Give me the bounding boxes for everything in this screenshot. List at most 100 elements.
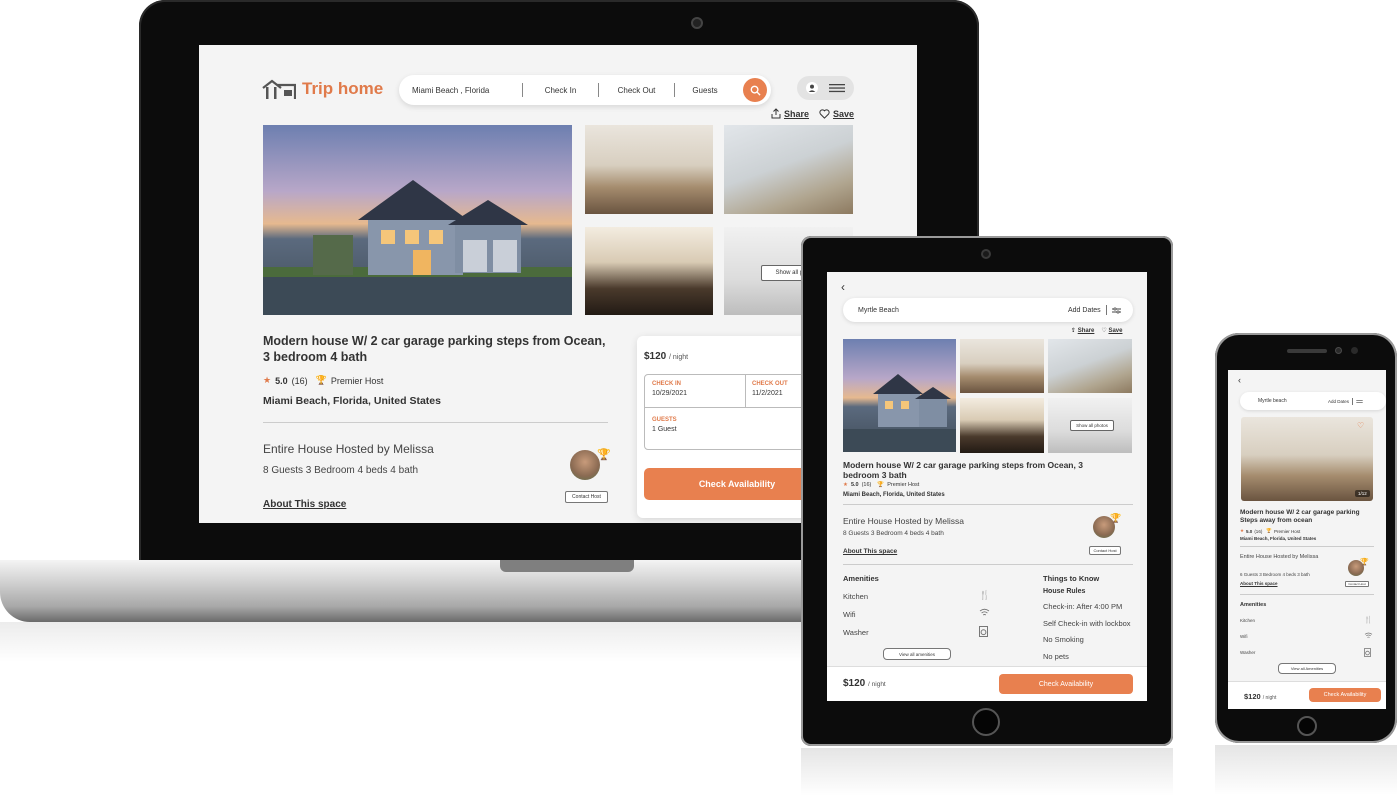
location-field[interactable]: Miami Beach , Florida bbox=[399, 83, 522, 97]
contact-host-button[interactable]: Contact Host bbox=[1089, 546, 1121, 555]
about-link[interactable]: About This space bbox=[263, 499, 346, 510]
bedroom-photo-1[interactable] bbox=[960, 339, 1044, 393]
listing-title: Modern house W/ 2 car garage parking ste… bbox=[843, 460, 1083, 480]
guests-input[interactable]: GUESTS 1 Guest bbox=[652, 417, 677, 433]
check-availability-button[interactable]: Check Availability bbox=[1309, 688, 1381, 702]
house-rule: Self Check-in with lockbox bbox=[1043, 619, 1131, 628]
view-all-amenities-button[interactable]: View all amenities bbox=[883, 648, 951, 660]
heart-icon[interactable]: ♡ bbox=[1357, 421, 1364, 430]
main-house-photo[interactable] bbox=[843, 339, 956, 452]
things-to-know-heading: Things to Know bbox=[1043, 574, 1100, 583]
star-icon: ★ bbox=[843, 482, 848, 488]
tablet-device: ‹ Myrtle Beach Add Dates ⇪ Share ♡ Save bbox=[801, 236, 1173, 746]
star-icon: ★ bbox=[1240, 528, 1245, 533]
phone-sensor bbox=[1351, 347, 1358, 354]
trophy-icon: 🏆 bbox=[1266, 528, 1272, 533]
booking-footer: $120 / night Check Availability bbox=[1228, 681, 1386, 709]
divider bbox=[843, 504, 1133, 505]
bedroom-photo-2[interactable] bbox=[1048, 339, 1132, 393]
contact-host-button[interactable]: Contact Host bbox=[565, 491, 608, 503]
bedroom-photo-1[interactable] bbox=[585, 125, 713, 214]
view-all-amenities-button[interactable]: View all Amenities bbox=[1278, 663, 1336, 674]
back-icon[interactable]: ‹ bbox=[1238, 375, 1241, 385]
search-icon bbox=[750, 85, 761, 96]
location-field[interactable]: Myrtle beach bbox=[1258, 398, 1328, 404]
trophy-icon: 🏆 bbox=[597, 449, 611, 461]
share-button[interactable]: Share bbox=[771, 108, 809, 119]
house-rule: No pets bbox=[1043, 652, 1069, 661]
booking-footer: $120 / night Check Availability bbox=[827, 666, 1147, 701]
search-button[interactable] bbox=[743, 78, 767, 102]
amenity-item: Washer bbox=[1240, 650, 1256, 655]
tablet-home-button[interactable] bbox=[972, 708, 1000, 736]
about-link[interactable]: About This space bbox=[1240, 581, 1278, 586]
divider bbox=[1352, 397, 1354, 405]
listing-title: Modern house W/ 2 car garage parking Ste… bbox=[1240, 509, 1360, 524]
listing-details: 6 Guests 3 Bedroom 4 beds 3 bath bbox=[1240, 572, 1310, 577]
share-button[interactable]: ⇪ Share bbox=[1071, 327, 1094, 334]
amenity-item: Wifi bbox=[843, 610, 856, 619]
search-bar[interactable]: Miami Beach , Florida Check In Check Out… bbox=[399, 75, 771, 105]
price: $120 / night bbox=[843, 678, 886, 689]
contact-host-button[interactable]: Contact Host bbox=[1345, 581, 1369, 587]
add-dates-field[interactable]: Add Dates bbox=[1328, 399, 1349, 404]
hamburger-icon bbox=[828, 84, 845, 93]
heart-icon bbox=[819, 108, 830, 119]
save-button[interactable]: Save bbox=[819, 108, 854, 119]
check-in-input[interactable]: CHECK IN 10/29/2021 bbox=[652, 381, 687, 397]
check-out-input[interactable]: CHECK OUT 11/2/2021 bbox=[752, 381, 788, 397]
share-icon bbox=[771, 108, 781, 119]
amenities-heading: Amenities bbox=[1240, 602, 1267, 608]
heart-icon: ♡ bbox=[1101, 328, 1107, 334]
trophy-icon: 🏆 bbox=[315, 375, 327, 385]
rating-row: ★ 5.0 (16) 🏆 Premier Host bbox=[843, 482, 920, 488]
check-availability-button[interactable]: Check Availability bbox=[999, 674, 1133, 694]
bedroom-photo-2[interactable] bbox=[724, 125, 853, 214]
search-bar[interactable]: Myrtle beach Add Dates bbox=[1240, 392, 1386, 410]
phone-home-button[interactable] bbox=[1297, 716, 1317, 736]
wifi-icon bbox=[979, 608, 990, 619]
guests-field[interactable]: Guests bbox=[675, 83, 735, 97]
add-dates-field[interactable]: Add Dates bbox=[1068, 307, 1101, 314]
brand-name: Trip home bbox=[302, 79, 384, 98]
wifi-icon bbox=[1364, 632, 1373, 641]
divider bbox=[745, 375, 746, 407]
tablet-screen: ‹ Myrtle Beach Add Dates ⇪ Share ♡ Save bbox=[827, 272, 1147, 701]
main-listing-photo[interactable] bbox=[1241, 417, 1373, 501]
kitchen-photo[interactable] bbox=[960, 398, 1044, 453]
amenities-heading: Amenities bbox=[843, 574, 879, 583]
photo-counter: 1/12 bbox=[1355, 490, 1370, 497]
location-field[interactable]: Myrtle Beach bbox=[858, 307, 1068, 314]
brand-logo[interactable]: Trip home bbox=[262, 78, 383, 100]
phone-reflection bbox=[1215, 745, 1397, 795]
rating-row: ★ 5.0 (16) 🏆 Premier Host bbox=[1240, 528, 1301, 534]
listing-location: Miami Beach, Florida, United States bbox=[843, 492, 945, 498]
listing-location: Miami Beach, Florida, United States bbox=[263, 395, 441, 407]
host-avatar bbox=[570, 450, 600, 480]
save-button[interactable]: ♡ Save bbox=[1101, 327, 1122, 334]
user-menu-button[interactable] bbox=[797, 76, 854, 100]
search-bar[interactable]: Myrtle Beach Add Dates bbox=[843, 298, 1133, 322]
filter-icon[interactable] bbox=[1111, 306, 1121, 314]
price: $120 / night bbox=[1244, 692, 1277, 701]
share-save-actions: Share Save bbox=[771, 108, 854, 119]
divider bbox=[843, 564, 1133, 565]
filter-icon[interactable] bbox=[1356, 399, 1363, 404]
trophy-icon: 🏆 bbox=[1110, 513, 1122, 523]
divider bbox=[1240, 594, 1374, 595]
house-rules-heading: House Rules bbox=[1043, 588, 1086, 595]
share-icon: ⇪ bbox=[1071, 328, 1077, 334]
divider bbox=[263, 422, 608, 423]
bathroom-photo[interactable]: Show all photos bbox=[1048, 398, 1132, 453]
rating-row: ★ 5.0 (16) 🏆 Premier Host bbox=[263, 375, 384, 386]
back-icon[interactable]: ‹ bbox=[841, 280, 845, 294]
show-all-photos-button[interactable]: Show all photos bbox=[1070, 420, 1114, 431]
about-link[interactable]: About This space bbox=[843, 548, 897, 555]
main-house-photo[interactable] bbox=[263, 125, 572, 315]
check-out-field[interactable]: Check Out bbox=[599, 83, 674, 97]
amenity-item: Wifi bbox=[1240, 634, 1248, 639]
house-rule: Check-in: After 4:00 PM bbox=[1043, 602, 1123, 611]
house-illustration bbox=[843, 374, 956, 452]
kitchen-photo[interactable] bbox=[585, 227, 713, 315]
check-in-field[interactable]: Check In bbox=[523, 83, 598, 97]
